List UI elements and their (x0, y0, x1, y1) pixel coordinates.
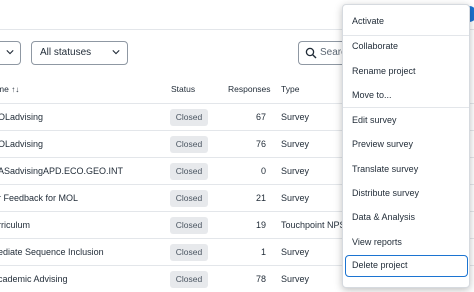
menu-item-preview-survey[interactable]: Preview survey (345, 133, 468, 155)
status-badge: Closed (170, 136, 208, 153)
menu-item-move-to[interactable]: Move to... (345, 84, 468, 106)
status-badge: Closed (170, 109, 208, 126)
project-name[interactable]: rriculum (0, 220, 30, 230)
response-count: 76 (255, 139, 266, 149)
menu-item-collaborate[interactable]: Collaborate (345, 35, 468, 57)
project-type: Survey (281, 247, 310, 257)
project-name[interactable]: ediate Sequence Inclusion (0, 247, 104, 257)
project-type: Survey (281, 112, 310, 122)
status-badge: Closed (170, 244, 208, 261)
chevron-down-icon (112, 50, 120, 55)
response-count: 19 (255, 220, 266, 230)
menu-item-view-reports[interactable]: View reports (345, 231, 468, 253)
folder-filter-dropdown[interactable] (0, 41, 21, 65)
response-count: 1 (260, 247, 266, 257)
menu-item-delete-project[interactable]: Delete project (345, 255, 468, 277)
project-type: Survey (281, 193, 310, 203)
status-filter-value: All statuses (40, 47, 92, 58)
projects-page: All statuses Searc me ↑↓ Status Response… (0, 0, 474, 292)
sort-icon[interactable]: ↑↓ (11, 85, 19, 94)
menu-item-edit-survey[interactable]: Edit survey (345, 109, 468, 131)
menu-item-translate-survey[interactable]: Translate survey (345, 158, 468, 180)
project-actions-menu: Activate Collaborate Rename project Move… (342, 4, 470, 288)
response-count: 0 (260, 166, 266, 176)
menu-divider (343, 107, 469, 108)
status-badge: Closed (170, 217, 208, 234)
column-header-type[interactable]: Type (281, 84, 299, 94)
response-count: 78 (255, 274, 266, 284)
status-filter-dropdown[interactable]: All statuses (31, 41, 128, 65)
project-type: Survey (281, 274, 310, 284)
project-name[interactable]: OLadvising (0, 112, 43, 122)
menu-item-activate[interactable]: Activate (345, 10, 468, 32)
menu-item-data-analysis[interactable]: Data & Analysis (345, 206, 468, 228)
project-name[interactable]: cademic Advising (0, 274, 68, 284)
column-header-status[interactable]: Status (171, 84, 195, 94)
search-icon (305, 47, 317, 59)
response-count: 67 (255, 112, 266, 122)
project-type: Touchpoint NPS (281, 220, 346, 230)
project-name[interactable]: OLadvising (0, 139, 43, 149)
project-type: Survey (281, 139, 310, 149)
status-badge: Closed (170, 163, 208, 180)
project-name[interactable]: r Feedback for MOL (0, 193, 78, 203)
status-badge: Closed (170, 190, 208, 207)
menu-item-distribute-survey[interactable]: Distribute survey (345, 182, 468, 204)
chevron-down-icon (6, 50, 14, 55)
menu-item-rename-project[interactable]: Rename project (345, 60, 468, 82)
column-header-name[interactable]: me ↑↓ (0, 84, 19, 94)
response-count: 21 (255, 193, 266, 203)
status-badge: Closed (170, 271, 208, 288)
column-header-responses[interactable]: Responses (228, 84, 271, 94)
project-name[interactable]: ASadvisingAPD.ECO.GEO.INT (0, 166, 123, 176)
project-type: Survey (281, 166, 310, 176)
